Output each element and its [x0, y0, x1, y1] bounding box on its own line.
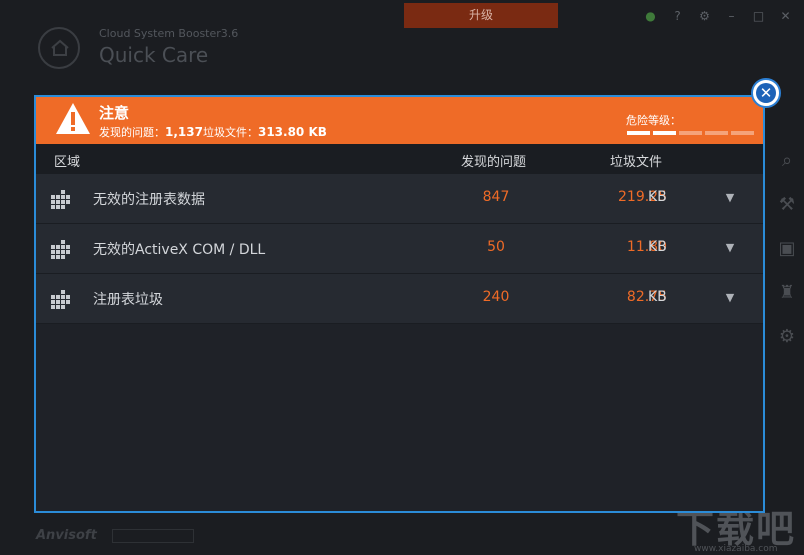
risk-level-segment [653, 131, 676, 135]
row-issue-count: 50 [487, 239, 505, 255]
watermark-url: www.xiazaiba.com [694, 544, 778, 554]
settings-icon[interactable]: ⚙ [696, 8, 713, 25]
minimize-icon[interactable]: – [723, 8, 740, 25]
close-icon: ✕ [759, 84, 773, 102]
registry-icon [51, 290, 70, 309]
app-name: Cloud System Booster3.6 [99, 27, 239, 40]
risk-level-segment [679, 131, 702, 135]
page-title: Quick Care [99, 43, 209, 67]
row-name: 无效的注册表数据 [93, 192, 205, 208]
toolbox-icon[interactable]: ♜ [776, 282, 798, 304]
registry-icon [51, 190, 70, 209]
upgrade-button[interactable]: 升级 [404, 3, 558, 28]
window-controls: ● ? ⚙ – □ ✕ [642, 8, 794, 25]
risk-level-segment [731, 131, 754, 135]
scan-icon[interactable]: ⌕ [776, 150, 798, 172]
column-issues: 发现的问题 [461, 155, 527, 170]
close-window-icon[interactable]: ✕ [777, 8, 794, 25]
result-list: 无效的注册表数据 847 219.25 KB ▼ 无效的ActiveX COM … [36, 174, 763, 324]
tools-icon[interactable]: ▣ [776, 238, 798, 260]
gear-icon[interactable]: ⚙ [776, 326, 798, 348]
close-dialog-button[interactable]: ✕ [751, 78, 781, 108]
risk-level-meter [627, 131, 754, 135]
summary-issues-label: 发现的问题： [99, 126, 165, 139]
home-button[interactable] [38, 27, 80, 69]
summary-junk-value: 313.80 KB [257, 125, 327, 139]
row-size-unit: KB [648, 239, 667, 255]
row-issue-count: 847 [482, 189, 510, 205]
column-junk: 垃圾文件 [610, 155, 663, 170]
table-header: 区域 发现的问题 垃圾文件 [36, 144, 763, 174]
dialog-summary: 发现的问题：1,137垃圾文件：313.80 KB [99, 124, 327, 140]
dialog-header: 注意 发现的问题：1,137垃圾文件：313.80 KB 危险等级： [36, 97, 763, 144]
help-icon[interactable]: ? [669, 8, 686, 25]
row-issue-count: 240 [482, 289, 510, 305]
row-name: 无效的ActiveX COM / DLL [93, 242, 266, 258]
table-row[interactable]: 无效的ActiveX COM / DLL 50 11.80 KB ▼ [36, 224, 763, 274]
risk-level-segment [705, 131, 728, 135]
optimize-icon[interactable]: ⚒ [776, 194, 798, 216]
risk-level-segment [627, 131, 650, 135]
row-size-unit: KB [648, 189, 667, 205]
summary-junk-label: 垃圾文件： [202, 126, 258, 139]
dialog-title: 注意 [99, 104, 130, 122]
brand-logo: Anvisoft [36, 528, 97, 543]
scan-result-dialog: 注意 发现的问题：1,137垃圾文件：313.80 KB 危险等级： 区域 发现… [34, 95, 765, 513]
chevron-down-icon[interactable]: ▼ [722, 190, 738, 206]
summary-issues-value: 1,137 [165, 125, 203, 139]
risk-level-label: 危险等级： [626, 114, 681, 127]
row-name: 注册表垃圾 [93, 292, 163, 308]
table-row[interactable]: 无效的注册表数据 847 219.25 KB ▼ [36, 174, 763, 224]
brand-badge [112, 529, 194, 543]
right-toolbar: ⌕ ⚒ ▣ ♜ ⚙ [776, 150, 798, 348]
chevron-down-icon[interactable]: ▼ [722, 240, 738, 256]
chevron-down-icon[interactable]: ▼ [722, 290, 738, 306]
status-icon[interactable]: ● [642, 8, 659, 25]
column-area: 区域 [54, 155, 81, 170]
maximize-icon[interactable]: □ [750, 8, 767, 25]
table-row[interactable]: 注册表垃圾 240 82.75 KB ▼ [36, 274, 763, 324]
warning-icon [56, 103, 90, 134]
row-size-unit: KB [648, 289, 667, 305]
home-icon [51, 39, 69, 56]
registry-icon [51, 240, 70, 259]
